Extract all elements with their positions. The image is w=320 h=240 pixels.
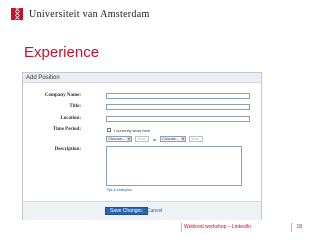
panel-title: Add Position — [23, 73, 261, 83]
title-label: Title: — [69, 104, 81, 109]
title-input[interactable] — [106, 104, 250, 110]
time-period-label: Time Period: — [52, 127, 81, 132]
start-month-value: Choose... — [108, 136, 126, 141]
or-cancel-text: or Cancel — [141, 208, 162, 214]
footer-text: Weblood workshop – LinkedIn — [184, 224, 251, 230]
cancel-link[interactable]: Cancel — [147, 208, 163, 214]
or-label: or — [141, 208, 146, 214]
footer-divider — [291, 223, 292, 232]
page-number: 18 — [296, 224, 302, 230]
location-label: Location: — [60, 116, 81, 121]
location-row: Location: — [23, 116, 81, 122]
title-row: Title: — [23, 104, 81, 110]
university-logo: × × × Universiteit van Amsterdam — [11, 6, 150, 22]
slide-title: Experience — [24, 44, 100, 61]
company-name-input[interactable] — [106, 93, 250, 99]
chevron-down-icon: ▼ — [181, 137, 185, 141]
end-year-input[interactable]: Year — [189, 136, 203, 142]
footer-divider — [181, 223, 182, 232]
description-label: Description: — [54, 147, 81, 152]
description-row: Description: — [23, 147, 81, 153]
add-position-panel: Add Position Company Name: Title: Locati… — [22, 72, 262, 220]
uva-seal-icon: × × × — [11, 6, 23, 22]
to-label: to — [153, 137, 157, 142]
chevron-down-icon: ▼ — [127, 137, 131, 141]
end-month-select[interactable]: Choose... ▼ — [160, 136, 186, 142]
description-textarea[interactable] — [106, 146, 242, 186]
location-input[interactable] — [106, 116, 250, 122]
currently-work-here-checkbox[interactable] — [107, 128, 111, 132]
tips-examples-link[interactable]: Tips & examples — [106, 188, 132, 192]
time-period-row: Time Period: — [23, 127, 81, 133]
start-year-input[interactable]: Year — [135, 136, 149, 142]
end-month-value: Choose... — [162, 136, 180, 141]
university-name: Universiteit van Amsterdam — [29, 8, 150, 20]
start-month-select[interactable]: Choose... ▼ — [106, 136, 132, 142]
currently-work-here-label: I currently work here — [114, 128, 151, 133]
form-actions-bar: Save Changes or Cancel — [23, 201, 261, 220]
company-name-row: Company Name: — [23, 93, 81, 99]
slide-footer: Weblood workshop – LinkedIn 18 — [181, 223, 302, 232]
company-name-label: Company Name: — [44, 93, 81, 98]
